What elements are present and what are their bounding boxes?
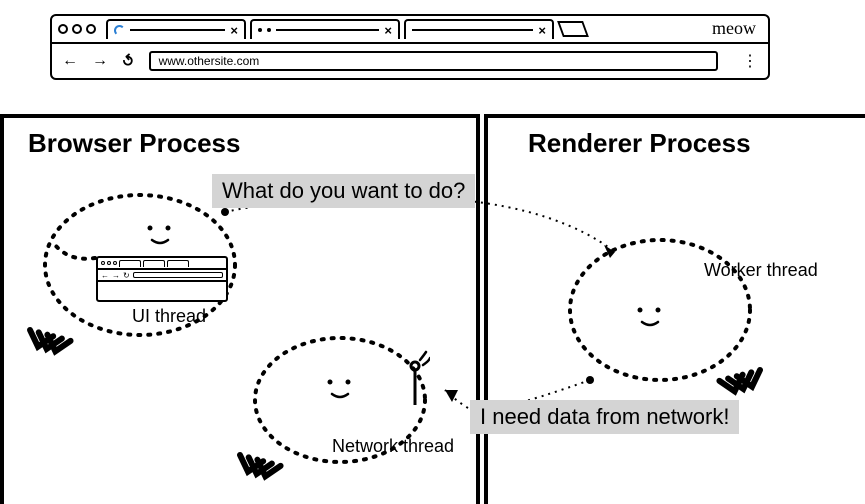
browser-tab[interactable]: ×	[250, 19, 400, 39]
dot-icon	[267, 28, 271, 32]
panel-title: Renderer Process	[528, 128, 865, 159]
tab-close-icon[interactable]: ×	[538, 23, 546, 38]
worker-thread-label: Worker thread	[704, 260, 818, 281]
traffic-lights	[58, 24, 96, 34]
speech-bubble-question: What do you want to do?	[212, 174, 475, 208]
tab-close-icon[interactable]: ×	[384, 23, 392, 38]
ui-thread-label: UI thread	[132, 306, 206, 327]
address-bar[interactable]: www.othersite.com	[149, 51, 718, 71]
tab-close-icon[interactable]: ×	[230, 23, 238, 38]
reload-button[interactable]: ↻	[118, 50, 139, 72]
window-control-icon[interactable]	[86, 24, 96, 34]
panel-title: Browser Process	[28, 128, 476, 159]
network-thread-label: Network thread	[332, 436, 454, 457]
window-control-icon[interactable]	[72, 24, 82, 34]
tab-title-placeholder	[412, 29, 533, 31]
browser-window: × × × meow ← → ↻ www.othersite.com ⋮	[50, 14, 770, 80]
dot-icon	[258, 28, 262, 32]
loading-spinner-icon	[114, 25, 125, 36]
speech-bubble-answer: I need data from network!	[470, 400, 739, 434]
browser-toolbar: ← → ↻ www.othersite.com ⋮	[52, 44, 768, 78]
browser-tab-active[interactable]: ×	[106, 19, 246, 39]
tab-title-placeholder	[130, 29, 225, 31]
browser-tab[interactable]: ×	[404, 19, 554, 39]
menu-icon[interactable]: ⋮	[742, 59, 758, 64]
browser-brand: meow	[712, 18, 756, 39]
tab-strip: × × × meow	[52, 16, 768, 44]
renderer-process-panel: Renderer Process	[484, 114, 865, 504]
new-tab-button[interactable]	[557, 21, 589, 37]
window-control-icon[interactable]	[58, 24, 68, 34]
antenna-icon	[400, 350, 430, 410]
forward-button[interactable]: →	[92, 52, 108, 70]
mini-browser-icon: ←→↻	[96, 256, 228, 302]
tab-title-placeholder	[276, 29, 379, 31]
back-button[interactable]: ←	[62, 52, 78, 70]
